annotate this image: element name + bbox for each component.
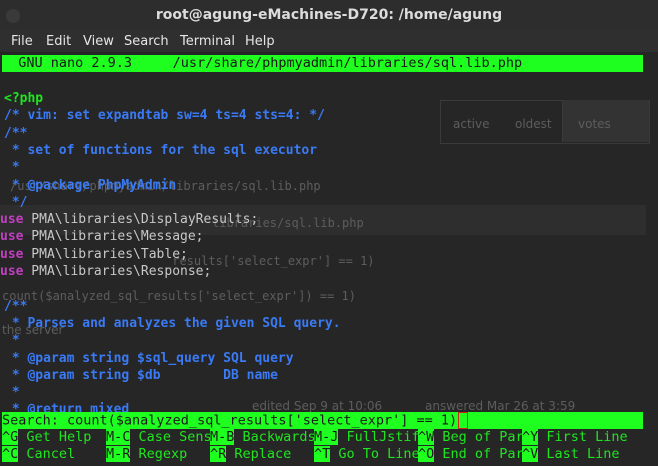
shortcut-label: First Line — [538, 429, 628, 445]
shortcut-label: Get Help — [18, 429, 108, 445]
shortcut-item[interactable]: ^Y First Line — [522, 429, 628, 446]
code-line: * @package PhpMyAdmin — [4, 177, 177, 193]
code-line: * — [4, 333, 20, 349]
shortcut-label: Case Sens — [130, 429, 212, 445]
shortcut-item[interactable]: M-B Backwards — [210, 429, 316, 446]
code-line: * — [4, 160, 20, 176]
shortcut-label: FullJstif — [338, 429, 420, 445]
ghost-tab-votes-label: votes — [578, 117, 611, 131]
shortcut-row-2: ^C Cancel M-R Regexp ^R Replace ^T Go To… — [2, 446, 658, 463]
code-line: * Parses and analyzes the given SQL quer… — [4, 315, 341, 331]
shortcut-key: ^C — [2, 446, 19, 462]
code-line: * set of functions for the sql executor — [4, 142, 318, 158]
code-line: use PMA\libraries\DisplayResults; — [0, 211, 258, 228]
menu-terminal[interactable]: Terminal — [180, 34, 235, 49]
menu-bar: File Edit View Search Terminal Help — [0, 30, 658, 53]
menu-help[interactable]: Help — [245, 34, 275, 49]
window-title: root@agung-eMachines-D720: /home/agung — [155, 7, 503, 23]
ghost-answered: answered Mar 26 at 3:59 — [425, 399, 576, 413]
shortcut-key: ^T — [314, 446, 331, 462]
code-line: use PMA\libraries\Table; — [0, 246, 188, 263]
shortcut-item[interactable]: ^R Replace — [210, 446, 308, 463]
shortcut-label: End of Par — [434, 446, 524, 462]
shortcut-label: Cancel — [18, 446, 108, 462]
shortcut-key: ^O — [418, 446, 435, 462]
code-line: * @param string $db DB name — [4, 367, 278, 383]
menu-search[interactable]: Search — [124, 34, 169, 49]
shortcut-label: Beg of Par — [434, 429, 524, 445]
nano-header: GNU nano 2.9.3 /usr/share/phpmyadmin/lib… — [2, 55, 643, 72]
code-text: PMA\libraries\Response; — [23, 264, 212, 279]
search-prompt[interactable]: Search: count($analyzed_sql_results['sel… — [2, 412, 643, 429]
terminal-area[interactable]: active oldest votes /usr/share/phpmyadmi… — [0, 53, 658, 466]
terminal-window: root@agung-eMachines-D720: /home/agung F… — [0, 0, 658, 466]
code-text: PMA\libraries\DisplayResults; — [23, 212, 259, 228]
code-line: /* vim: set expandtab sw=4 ts=4 sts=4: *… — [4, 108, 325, 124]
code-keyword: use — [0, 264, 24, 279]
code-line: * — [4, 385, 20, 401]
shortcut-item[interactable]: ^C Cancel — [2, 446, 108, 463]
code-keyword: use — [0, 246, 24, 262]
shortcut-item[interactable]: M-J FullJstif — [314, 429, 420, 446]
shortcut-label: Backwards — [234, 429, 316, 445]
text-cursor — [458, 412, 469, 429]
shortcut-item[interactable]: M-C Case Sens — [106, 429, 212, 446]
shortcut-item[interactable]: ^O End of Par — [418, 446, 524, 463]
shortcut-key: ^G — [2, 429, 19, 445]
code-keyword: use — [0, 212, 24, 228]
code-line: use PMA\libraries\Message; — [0, 228, 204, 245]
shortcut-key: M-R — [106, 446, 131, 462]
shortcut-label: Go To Line — [330, 446, 420, 462]
code-line: */ — [4, 194, 28, 210]
shortcut-label: Regexp — [130, 446, 212, 462]
search-input[interactable]: Search: count($analyzed_sql_results['sel… — [2, 413, 457, 429]
shortcut-item[interactable]: ^V Last Line — [522, 446, 620, 463]
shortcut-row-1: ^G Get Help M-C Case Sens M-B Backwards M-… — [2, 429, 658, 446]
code-text: PMA\libraries\Message; — [23, 229, 204, 245]
ghost-tab-active: active — [453, 117, 490, 131]
menu-file[interactable]: File — [11, 34, 33, 49]
shortcut-key: ^Y — [522, 429, 539, 445]
ghost-tab-oldest: oldest — [515, 117, 552, 131]
ghost-edited: edited Sep 9 at 10:06 — [252, 399, 383, 413]
title-bar[interactable]: root@agung-eMachines-D720: /home/agung — [0, 0, 658, 30]
code-line: <?php — [4, 91, 44, 106]
code-line: use PMA\libraries\Response; — [0, 263, 211, 280]
code-line: /** — [4, 298, 28, 314]
menu-edit[interactable]: Edit — [46, 34, 71, 49]
shortcut-item[interactable]: M-R Regexp — [106, 446, 212, 463]
shortcut-key: M-C — [106, 429, 131, 445]
code-line: /** — [4, 125, 28, 141]
shortcut-item[interactable]: ^T Go To Line — [314, 446, 420, 463]
code-keyword: use — [0, 229, 24, 245]
shortcut-key: ^W — [418, 429, 435, 445]
ghost-code-2: count($analyzed_sql_results['select_expr… — [2, 289, 357, 303]
shortcut-key: ^R — [210, 446, 227, 462]
menu-view[interactable]: View — [83, 34, 114, 49]
code-text: PMA\libraries\Table; — [23, 246, 188, 262]
shortcut-key: M-J — [314, 429, 339, 445]
shortcut-item[interactable]: ^G Get Help — [2, 429, 108, 446]
shortcut-label: Last Line — [538, 446, 620, 462]
shortcut-key: ^V — [522, 446, 539, 462]
shortcut-key: M-B — [210, 429, 235, 445]
code-line: * @param string $sql_query SQL query — [4, 350, 294, 366]
shortcut-item[interactable]: ^W Beg of Par — [418, 429, 524, 446]
shortcut-label: Replace — [226, 446, 308, 462]
